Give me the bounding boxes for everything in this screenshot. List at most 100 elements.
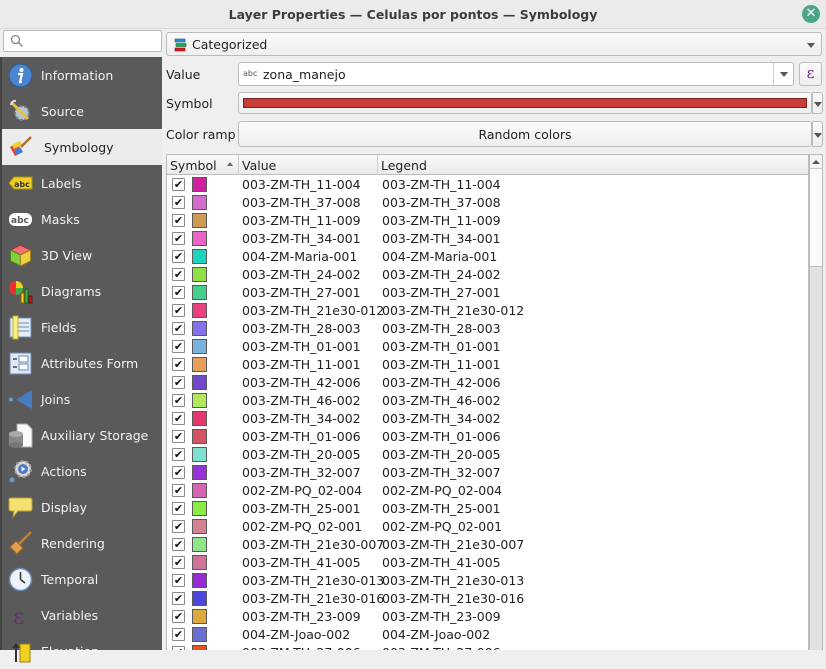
category-symbol-swatch[interactable] xyxy=(192,555,207,570)
category-visibility-checkbox[interactable]: ✔ xyxy=(172,610,185,623)
table-row[interactable]: ✔ 002-ZM-PQ_02-004 002-ZM-PQ_02-004 xyxy=(167,481,808,499)
table-vertical-scrollbar[interactable] xyxy=(809,154,823,650)
table-row[interactable]: ✔ 003-ZM-TH_27-006 003-ZM-TH_27-006 xyxy=(167,643,808,650)
category-symbol-swatch[interactable] xyxy=(192,231,207,246)
column-header-legend[interactable]: Legend xyxy=(378,155,808,175)
table-row[interactable]: ✔ 003-ZM-TH_20-005 003-ZM-TH_20-005 xyxy=(167,445,808,463)
sidebar-item-source[interactable]: Source xyxy=(2,93,162,129)
table-row[interactable]: ✔ 003-ZM-TH_37-008 003-ZM-TH_37-008 xyxy=(167,193,808,211)
color-ramp-dropdown-button[interactable] xyxy=(812,121,823,147)
category-visibility-checkbox[interactable]: ✔ xyxy=(172,574,185,587)
category-visibility-checkbox[interactable]: ✔ xyxy=(172,214,185,227)
category-visibility-checkbox[interactable]: ✔ xyxy=(172,556,185,569)
table-row[interactable]: ✔ 003-ZM-TH_11-001 003-ZM-TH_11-001 xyxy=(167,355,808,373)
category-visibility-checkbox[interactable]: ✔ xyxy=(172,268,185,281)
table-row[interactable]: ✔ 003-ZM-TH_32-007 003-ZM-TH_32-007 xyxy=(167,463,808,481)
sidebar-item-variables[interactable]: ε Variables xyxy=(2,597,162,633)
table-row[interactable]: ✔ 003-ZM-TH_24-002 003-ZM-TH_24-002 xyxy=(167,265,808,283)
category-visibility-checkbox[interactable]: ✔ xyxy=(172,646,185,650)
category-symbol-swatch[interactable] xyxy=(192,249,207,264)
sidebar-item-display[interactable]: Display xyxy=(2,489,162,525)
table-row[interactable]: ✔ 003-ZM-TH_23-009 003-ZM-TH_23-009 xyxy=(167,607,808,625)
table-row[interactable]: ✔ 003-ZM-TH_01-001 003-ZM-TH_01-001 xyxy=(167,337,808,355)
close-button[interactable]: ✕ xyxy=(802,5,820,23)
sidebar-item-fields[interactable]: Fields xyxy=(2,309,162,345)
category-visibility-checkbox[interactable]: ✔ xyxy=(172,628,185,641)
table-row[interactable]: ✔ 003-ZM-TH_21e30-012 003-ZM-TH_21e30-012 xyxy=(167,301,808,319)
category-symbol-swatch[interactable] xyxy=(192,519,207,534)
table-row[interactable]: ✔ 004-ZM-Joao-002 004-ZM-Joao-002 xyxy=(167,625,808,643)
table-row[interactable]: ✔ 003-ZM-TH_25-001 003-ZM-TH_25-001 xyxy=(167,499,808,517)
sidebar-item-symbology[interactable]: Symbology xyxy=(2,129,162,165)
table-row[interactable]: ✔ 003-ZM-TH_34-001 003-ZM-TH_34-001 xyxy=(167,229,808,247)
category-visibility-checkbox[interactable]: ✔ xyxy=(172,466,185,479)
value-field-dropdown-button[interactable] xyxy=(773,63,793,85)
column-header-symbol[interactable]: Symbol xyxy=(167,155,239,175)
category-symbol-swatch[interactable] xyxy=(192,501,207,516)
sidebar-item-information[interactable]: Information xyxy=(2,57,162,93)
table-row[interactable]: ✔ 003-ZM-TH_21e30-016 003-ZM-TH_21e30-016 xyxy=(167,589,808,607)
category-symbol-swatch[interactable] xyxy=(192,483,207,498)
category-symbol-swatch[interactable] xyxy=(192,177,207,192)
category-visibility-checkbox[interactable]: ✔ xyxy=(172,340,185,353)
color-ramp-button[interactable]: Random colors xyxy=(238,121,812,147)
table-row[interactable]: ✔ 003-ZM-TH_01-006 003-ZM-TH_01-006 xyxy=(167,427,808,445)
category-visibility-checkbox[interactable]: ✔ xyxy=(172,286,185,299)
category-visibility-checkbox[interactable]: ✔ xyxy=(172,178,185,191)
table-row[interactable]: ✔ 003-ZM-TH_41-005 003-ZM-TH_41-005 xyxy=(167,553,808,571)
category-symbol-swatch[interactable] xyxy=(192,339,207,354)
category-symbol-swatch[interactable] xyxy=(192,393,207,408)
category-symbol-swatch[interactable] xyxy=(192,537,207,552)
category-visibility-checkbox[interactable]: ✔ xyxy=(172,394,185,407)
category-visibility-checkbox[interactable]: ✔ xyxy=(172,304,185,317)
table-row[interactable]: ✔ 002-ZM-PQ_02-001 002-ZM-PQ_02-001 xyxy=(167,517,808,535)
category-visibility-checkbox[interactable]: ✔ xyxy=(172,250,185,263)
category-symbol-swatch[interactable] xyxy=(192,303,207,318)
category-symbol-swatch[interactable] xyxy=(192,573,207,588)
table-row[interactable]: ✔ 003-ZM-TH_28-003 003-ZM-TH_28-003 xyxy=(167,319,808,337)
sidebar-item-elevation[interactable]: Elevation xyxy=(2,633,162,669)
category-visibility-checkbox[interactable]: ✔ xyxy=(172,358,185,371)
category-symbol-swatch[interactable] xyxy=(192,357,207,372)
category-visibility-checkbox[interactable]: ✔ xyxy=(172,448,185,461)
sidebar-item-actions[interactable]: Actions xyxy=(2,453,162,489)
table-row[interactable]: ✔ 004-ZM-Maria-001 004-ZM-Maria-001 xyxy=(167,247,808,265)
category-symbol-swatch[interactable] xyxy=(192,285,207,300)
sidebar-item-diagrams[interactable]: Diagrams xyxy=(2,273,162,309)
category-symbol-swatch[interactable] xyxy=(192,375,207,390)
category-symbol-swatch[interactable] xyxy=(192,645,207,650)
table-row[interactable]: ✔ 003-ZM-TH_27-001 003-ZM-TH_27-001 xyxy=(167,283,808,301)
category-symbol-swatch[interactable] xyxy=(192,609,207,624)
category-visibility-checkbox[interactable]: ✔ xyxy=(172,520,185,533)
column-header-value[interactable]: Value xyxy=(239,155,378,175)
expression-button[interactable]: ε xyxy=(799,62,822,86)
sidebar-item-auxiliary-storage[interactable]: Auxiliary Storage xyxy=(2,417,162,453)
sidebar-item-3d-view[interactable]: 3D View xyxy=(2,237,162,273)
sidebar-item-joins[interactable]: Joins xyxy=(2,381,162,417)
category-visibility-checkbox[interactable]: ✔ xyxy=(172,484,185,497)
category-visibility-checkbox[interactable]: ✔ xyxy=(172,502,185,515)
sidebar-item-attributes-form[interactable]: Attributes Form xyxy=(2,345,162,381)
category-symbol-swatch[interactable] xyxy=(192,321,207,336)
category-visibility-checkbox[interactable]: ✔ xyxy=(172,232,185,245)
table-row[interactable]: ✔ 003-ZM-TH_21e30-007 003-ZM-TH_21e30-007 xyxy=(167,535,808,553)
category-symbol-swatch[interactable] xyxy=(192,213,207,228)
category-visibility-checkbox[interactable]: ✔ xyxy=(172,196,185,209)
category-symbol-swatch[interactable] xyxy=(192,465,207,480)
table-row[interactable]: ✔ 003-ZM-TH_34-002 003-ZM-TH_34-002 xyxy=(167,409,808,427)
category-symbol-swatch[interactable] xyxy=(192,591,207,606)
category-visibility-checkbox[interactable]: ✔ xyxy=(172,592,185,605)
table-row[interactable]: ✔ 003-ZM-TH_46-002 003-ZM-TH_46-002 xyxy=(167,391,808,409)
category-symbol-swatch[interactable] xyxy=(192,627,207,642)
sidebar-search-input[interactable] xyxy=(3,30,162,52)
sidebar-item-labels[interactable]: abc Labels xyxy=(2,165,162,201)
table-row[interactable]: ✔ 003-ZM-TH_42-006 003-ZM-TH_42-006 xyxy=(167,373,808,391)
renderer-type-dropdown[interactable]: Categorized xyxy=(166,32,822,56)
symbol-dropdown-button[interactable] xyxy=(812,92,823,114)
scroll-up-button[interactable] xyxy=(810,155,822,169)
sidebar-item-temporal[interactable]: Temporal xyxy=(2,561,162,597)
category-visibility-checkbox[interactable]: ✔ xyxy=(172,412,185,425)
category-symbol-swatch[interactable] xyxy=(192,195,207,210)
table-row[interactable]: ✔ 003-ZM-TH_11-009 003-ZM-TH_11-009 xyxy=(167,211,808,229)
table-row[interactable]: ✔ 003-ZM-TH_21e30-013 003-ZM-TH_21e30-013 xyxy=(167,571,808,589)
